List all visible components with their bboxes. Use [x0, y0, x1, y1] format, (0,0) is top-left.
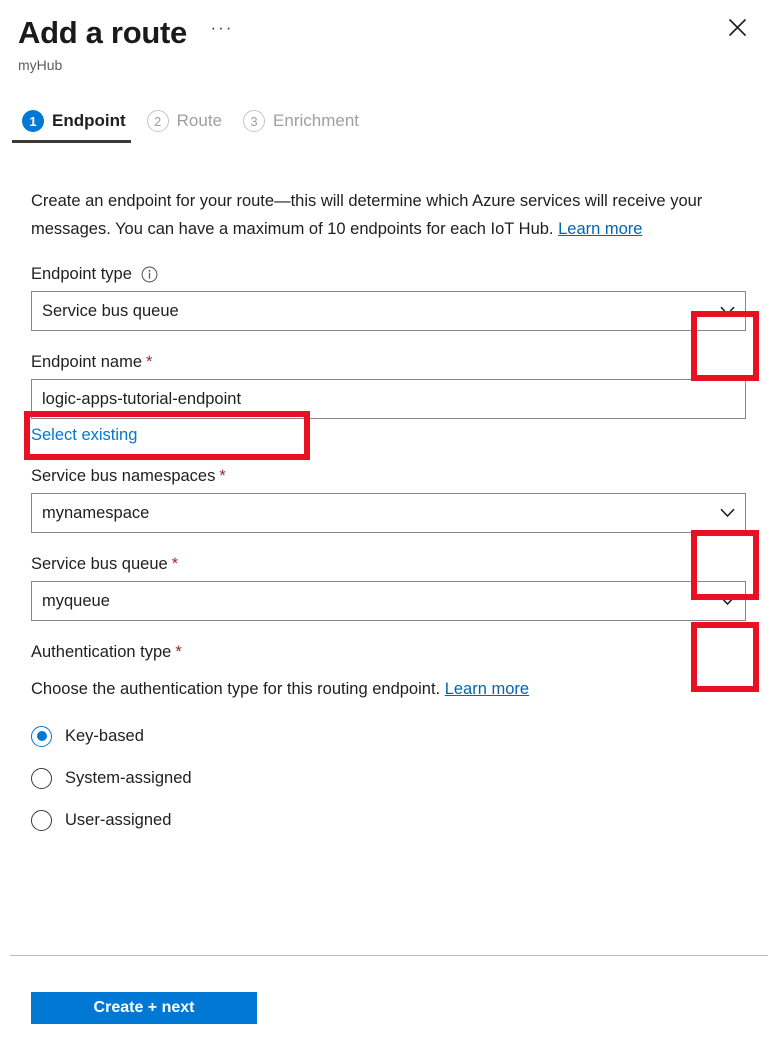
required-asterisk: *: [171, 555, 179, 573]
close-button[interactable]: [722, 12, 752, 42]
endpoint-type-select[interactable]: Service bus queue: [31, 291, 746, 331]
radio-label-system-assigned: System-assigned: [65, 768, 192, 787]
intro-learn-more-link[interactable]: Learn more: [558, 220, 642, 238]
authentication-type-description-text: Choose the authentication type for this …: [31, 680, 445, 698]
wizard-tabs: 1 Endpoint 2 Route 3 Enrichment: [0, 97, 778, 143]
endpoint-name-input[interactable]: [31, 379, 746, 419]
authentication-type-label-row: Authentication type *: [31, 643, 747, 662]
service-bus-queue-select[interactable]: myqueue: [31, 581, 746, 621]
radio-icon[interactable]: [31, 809, 52, 831]
field-authentication-type: Authentication type * Choose the authent…: [31, 643, 747, 841]
page-title: Add a route: [18, 14, 187, 50]
authentication-learn-more-link[interactable]: Learn more: [445, 680, 529, 698]
radio-icon-selected[interactable]: [31, 725, 52, 747]
radio-label-key-based: Key-based: [65, 726, 144, 745]
tab-endpoint-label: Endpoint: [52, 111, 126, 130]
field-service-bus-queue: Service bus queue * myqueue: [31, 555, 747, 621]
footer-divider: [10, 955, 768, 956]
radio-option-system-assigned[interactable]: System-assigned: [31, 757, 747, 799]
required-asterisk: *: [146, 353, 153, 371]
tab-route-step-number: 2: [146, 110, 169, 132]
required-asterisk: *: [219, 467, 226, 485]
chevron-down-icon[interactable]: [707, 291, 747, 331]
endpoint-name-label: Endpoint name: [31, 353, 142, 371]
service-bus-namespaces-label-row: Service bus namespaces *: [31, 467, 747, 486]
required-asterisk: *: [175, 643, 182, 661]
tab-enrichment[interactable]: 3 Enrichment: [233, 99, 370, 143]
service-bus-queue-label: Service bus queue: [31, 555, 168, 573]
field-endpoint-type: Endpoint type Service bus queue: [31, 265, 747, 331]
form-content: Create an endpoint for your route—this w…: [0, 187, 778, 841]
field-endpoint-name: Endpoint name * Select existing: [31, 353, 747, 445]
blade-header: Add a route ··· myHub 1 Endpoint 2 Route…: [0, 0, 778, 143]
service-bus-namespaces-select[interactable]: mynamespace: [31, 493, 746, 533]
authentication-type-description: Choose the authentication type for this …: [31, 680, 747, 699]
authentication-type-radio-group: Key-based System-assigned User-assigned: [31, 715, 747, 841]
radio-label-user-assigned: User-assigned: [65, 810, 172, 829]
service-bus-namespaces-label: Service bus namespaces: [31, 467, 216, 485]
endpoint-name-label-row: Endpoint name *: [31, 353, 747, 372]
authentication-type-label: Authentication type: [31, 643, 172, 661]
close-icon: [728, 18, 747, 37]
service-bus-queue-control: myqueue: [31, 581, 747, 621]
radio-icon[interactable]: [31, 767, 52, 789]
service-bus-queue-label-row: Service bus queue *: [31, 555, 747, 574]
tab-enrichment-label: Enrichment: [273, 111, 360, 130]
info-icon[interactable]: [141, 266, 158, 283]
title-row: Add a route ···: [0, 10, 778, 54]
field-service-bus-namespaces: Service bus namespaces * mynamespace: [31, 467, 747, 533]
tab-enrichment-step-number: 3: [243, 110, 266, 132]
service-bus-namespaces-control: mynamespace: [31, 493, 747, 533]
more-options-icon[interactable]: ···: [209, 15, 235, 50]
tab-endpoint[interactable]: 1 Endpoint: [12, 99, 137, 143]
radio-option-user-assigned[interactable]: User-assigned: [31, 799, 747, 841]
chevron-down-icon[interactable]: [707, 493, 747, 533]
endpoint-type-label-row: Endpoint type: [31, 265, 747, 284]
radio-option-key-based[interactable]: Key-based: [31, 715, 747, 757]
intro-paragraph: Create an endpoint for your route—this w…: [31, 187, 731, 243]
tab-endpoint-step-number: 1: [22, 110, 44, 132]
endpoint-name-control: [31, 379, 747, 419]
tab-route[interactable]: 2 Route: [137, 99, 233, 143]
blade-subtitle: myHub: [18, 57, 63, 73]
endpoint-type-label: Endpoint type: [31, 265, 132, 283]
chevron-down-icon[interactable]: [707, 581, 747, 621]
endpoint-type-control: Service bus queue: [31, 291, 747, 331]
tab-route-label: Route: [176, 111, 223, 130]
create-next-button[interactable]: Create + next: [31, 992, 257, 1024]
select-existing-link[interactable]: Select existing: [31, 426, 137, 444]
